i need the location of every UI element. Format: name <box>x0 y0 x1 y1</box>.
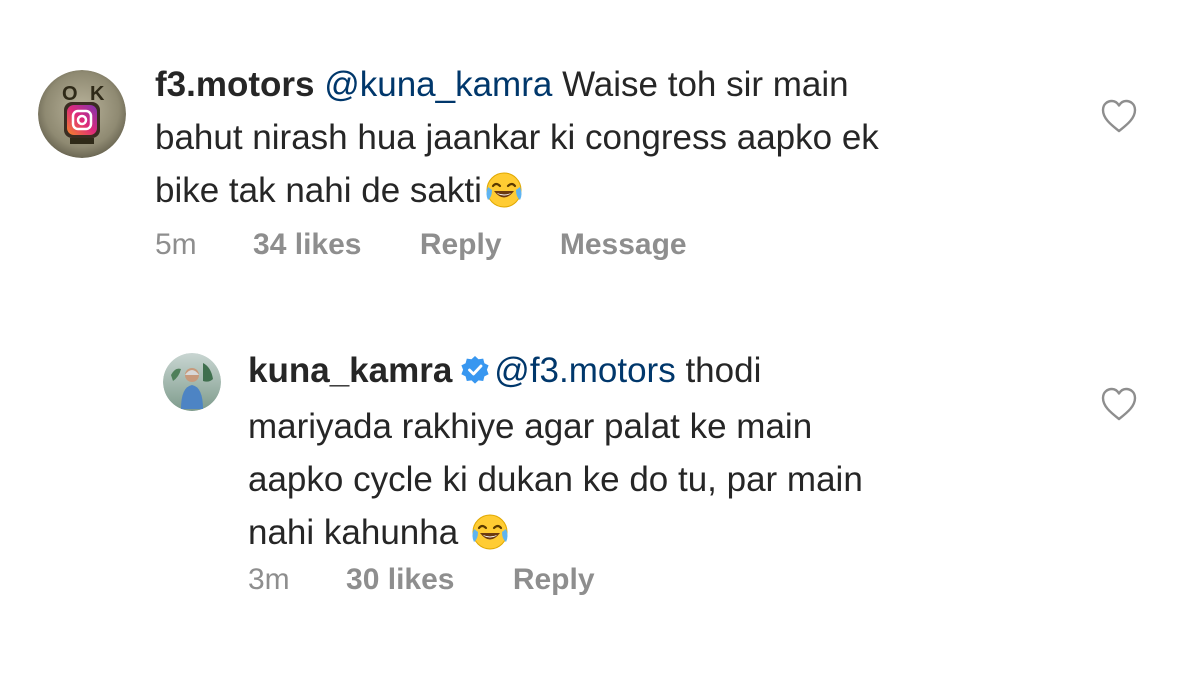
comment-text-line: mariyada rakhiye agar palat ke main <box>248 407 813 446</box>
verified-badge-icon <box>460 347 490 400</box>
comment-text-line: Waise toh sir main <box>552 65 849 104</box>
comment-meta: 5m 34 likes Reply Message <box>155 228 687 262</box>
laughing-emoji-icon <box>470 512 510 567</box>
comment-text: kuna_kamra @f3.motors thodi mariyada rak… <box>248 344 1048 567</box>
avatar[interactable] <box>163 353 221 411</box>
comment-text-line: nahi kahunha <box>248 513 468 552</box>
mention-link[interactable]: @f3.motors <box>494 351 675 390</box>
svg-text:O: O <box>62 83 78 105</box>
comment-text-line: bahut nirash hua jaankar ki congress aap… <box>155 118 879 157</box>
like-heart-icon[interactable] <box>1100 98 1138 139</box>
comment-text: f3.motors @kuna_kamra Waise toh sir main… <box>155 58 1055 225</box>
comment-text-line: bike tak nahi de sakti <box>155 171 482 210</box>
avatar[interactable]: O K <box>38 70 126 158</box>
reply-button[interactable]: Reply <box>513 563 595 597</box>
message-button[interactable]: Message <box>560 228 687 262</box>
comment-username[interactable]: f3.motors <box>155 65 314 104</box>
comment-username[interactable]: kuna_kamra <box>248 351 452 390</box>
comment-text-line: thodi <box>675 351 762 390</box>
likes-count[interactable]: 34 likes <box>253 228 361 262</box>
likes-count[interactable]: 30 likes <box>346 563 454 597</box>
mention-link[interactable]: @kuna_kamra <box>324 65 552 104</box>
reply-button[interactable]: Reply <box>420 228 502 262</box>
comment-text-line: aapko cycle ki dukan ke do tu, par main <box>248 460 863 499</box>
laughing-emoji-icon <box>484 170 524 225</box>
like-heart-icon[interactable] <box>1100 386 1138 427</box>
comment-meta: 3m 30 likes Reply <box>248 563 595 597</box>
svg-text:K: K <box>90 83 105 105</box>
comment-timestamp: 5m <box>155 228 197 261</box>
comment-timestamp: 3m <box>248 563 290 596</box>
